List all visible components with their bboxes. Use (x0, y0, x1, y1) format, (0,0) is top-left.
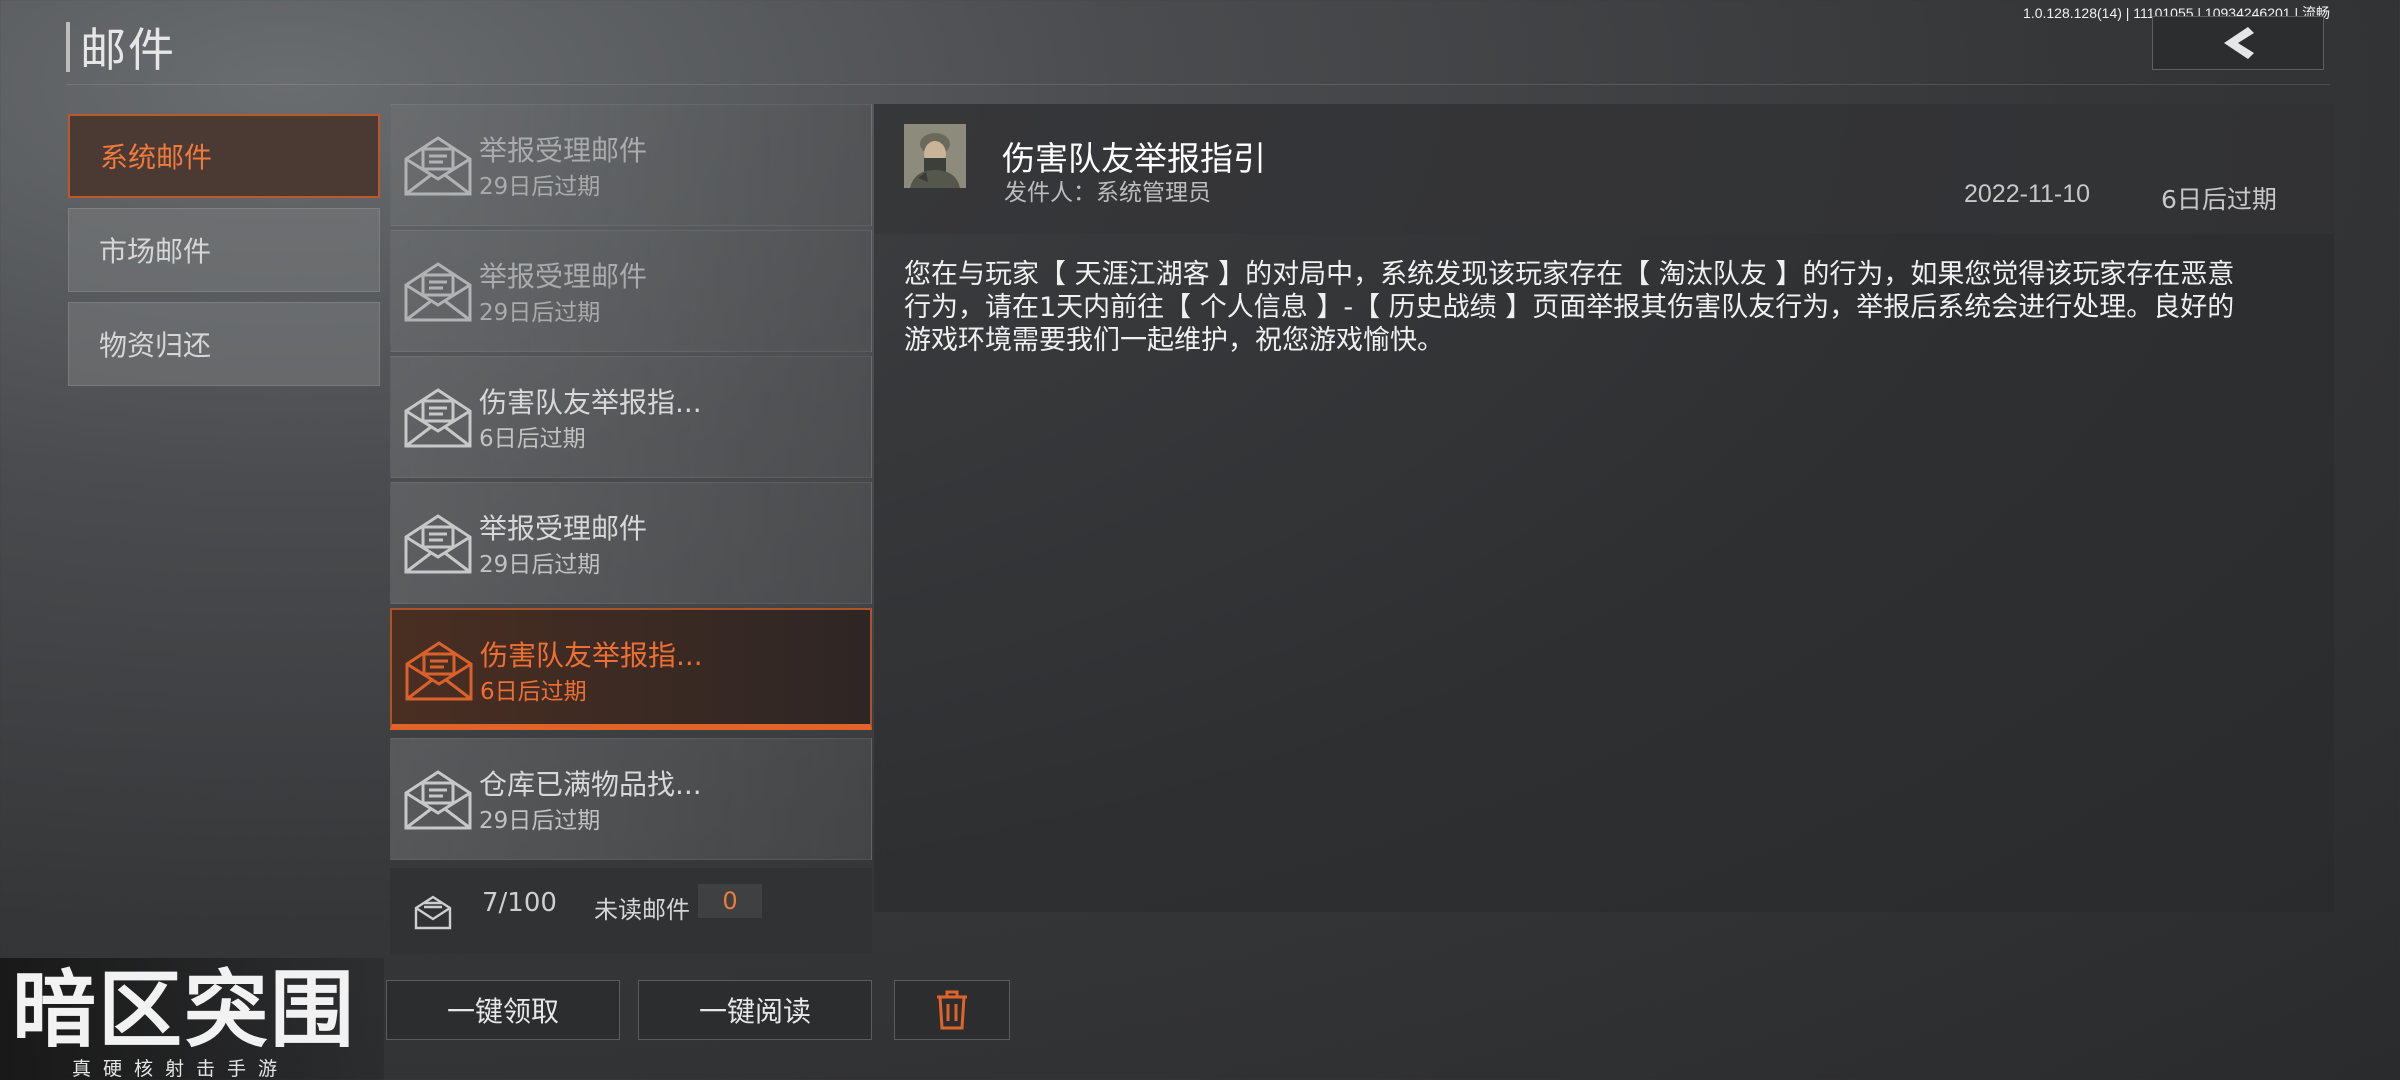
game-logo-title: 暗区突围 (12, 961, 357, 1059)
mail-detail-expire: 6日后过期 (2161, 185, 2277, 214)
mail-title: 伤害队友举报指... (480, 639, 703, 672)
mail-detail-sender: 发件人：系统管理员 (1004, 180, 1211, 206)
title-accent-bar (66, 22, 70, 72)
soldier-avatar-icon (904, 124, 966, 188)
category-label: 市场邮件 (99, 235, 212, 268)
claim-all-button[interactable]: 一键领取 (386, 980, 620, 1040)
envelope-open-icon (404, 388, 472, 448)
mail-body-line: 行为，请在1天内前往【 个人信息 】-【 历史战绩 】页面举报其伤害队友行为，举… (904, 292, 2235, 323)
mail-list-item[interactable]: 举报受理邮件 29日后过期 (390, 230, 872, 352)
game-logo-tagline: 真硬核射击手游 (72, 1058, 290, 1080)
mail-expire: 6日后过期 (479, 426, 586, 452)
category-tab-system[interactable]: 系统邮件 (68, 114, 380, 198)
envelope-open-icon (404, 262, 472, 322)
mail-expire: 6日后过期 (480, 679, 587, 705)
mail-title: 伤害队友举报指... (479, 386, 702, 419)
mail-list-footer: 7/100 未读邮件 0 (390, 868, 872, 954)
mail-detail-date: 2022-11-10 (1964, 180, 2091, 208)
envelope-open-icon (404, 770, 472, 830)
category-label: 物资归还 (99, 329, 212, 362)
envelope-open-icon (405, 641, 473, 701)
mail-detail-body: 您在与玩家【 天涯江湖客 】的对局中，系统发现该玩家存在【 淘汰队友 】的行为，… (904, 258, 2264, 357)
back-button[interactable] (2152, 16, 2324, 70)
mail-title: 举报受理邮件 (479, 260, 648, 293)
mail-stack-icon (414, 895, 452, 930)
mail-expire: 29日后过期 (479, 552, 601, 578)
mail-count: 7/100 (482, 888, 557, 918)
unread-count-badge: 0 (698, 884, 762, 918)
delete-button[interactable] (894, 980, 1010, 1040)
mail-list-item[interactable]: 伤害队友举报指... 6日后过期 (390, 356, 872, 478)
mail-title: 仓库已满物品找... (479, 768, 702, 801)
mail-title: 举报受理邮件 (479, 512, 648, 545)
category-label: 系统邮件 (100, 141, 213, 174)
page-header: 邮件 (66, 22, 176, 77)
game-logo: 暗区突围 真硬核射击手游 (0, 958, 384, 1080)
mail-body-line: 您在与玩家【 天涯江湖客 】的对局中，系统发现该玩家存在【 淘汰队友 】的行为，… (904, 259, 2235, 290)
mail-expire: 29日后过期 (479, 808, 601, 834)
mail-body-line: 游戏环境需要我们一起维护，祝您游戏愉快。 (904, 325, 1444, 356)
page-title: 邮件 (80, 23, 176, 77)
envelope-open-icon (404, 514, 472, 574)
mail-list-item-selected[interactable]: 伤害队友举报指... 6日后过期 (390, 608, 872, 730)
mail-title: 举报受理邮件 (479, 134, 648, 167)
mail-list-item[interactable]: 举报受理邮件 29日后过期 (390, 104, 872, 226)
chevron-left-icon (2224, 27, 2254, 59)
mail-expire: 29日后过期 (479, 300, 601, 326)
mail-list-item[interactable]: 举报受理邮件 29日后过期 (390, 482, 872, 604)
read-all-button[interactable]: 一键阅读 (638, 980, 872, 1040)
trash-icon (937, 990, 967, 1030)
sender-avatar (904, 124, 966, 188)
mail-expire: 29日后过期 (479, 174, 601, 200)
unread-label: 未读邮件 (594, 896, 690, 924)
category-tab-supplies[interactable]: 物资归还 (68, 302, 380, 386)
header-divider (66, 84, 2330, 85)
mail-list[interactable]: 举报受理邮件 29日后过期 举报受理邮件 29日后过期 伤害队友举报指... 6… (390, 104, 872, 866)
envelope-open-icon (404, 136, 472, 196)
mail-list-item[interactable]: 仓库已满物品找... 29日后过期 (390, 738, 872, 860)
category-tab-market[interactable]: 市场邮件 (68, 208, 380, 292)
